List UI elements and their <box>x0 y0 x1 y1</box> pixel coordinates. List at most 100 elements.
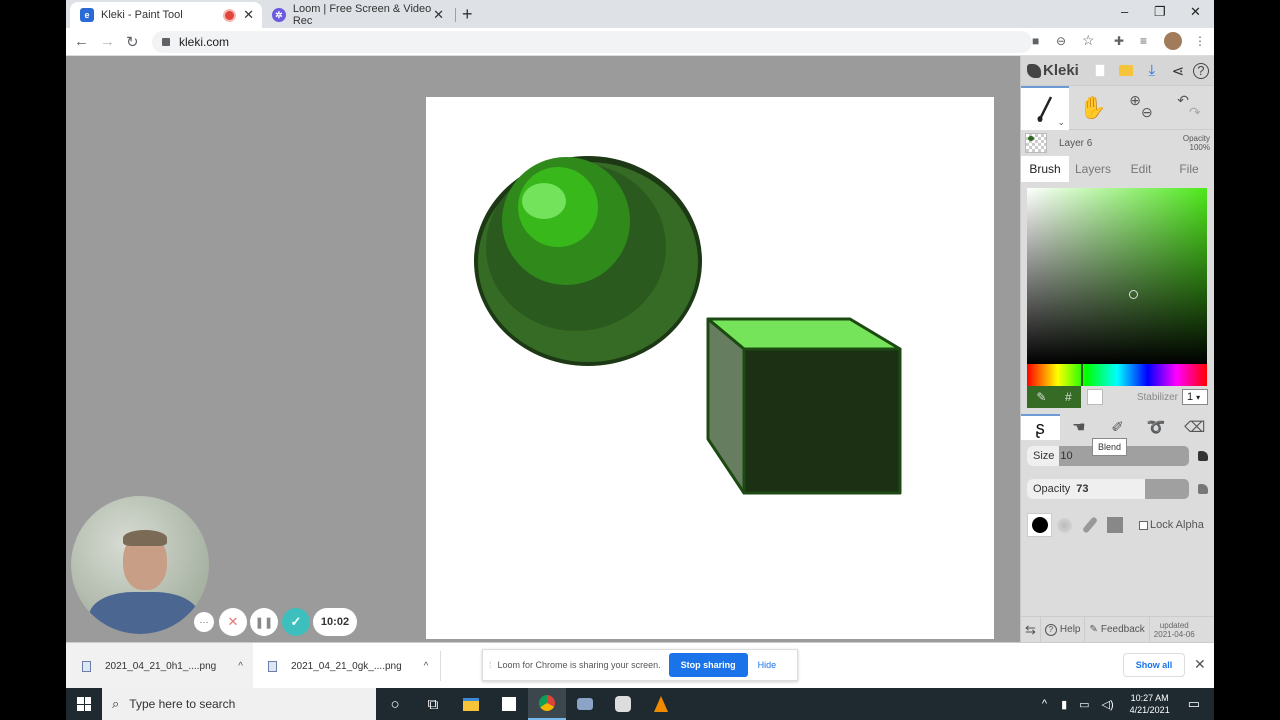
lock-icon <box>162 38 170 46</box>
stabilizer-select[interactable]: 1 ▾ <box>1182 389 1208 405</box>
volume-icon[interactable]: ◁) <box>1102 698 1114 711</box>
tab-edit[interactable]: Edit <box>1117 156 1165 182</box>
hue-handle[interactable] <box>1081 364 1083 386</box>
square-shape-button[interactable] <box>1102 513 1127 537</box>
bookmark-star-icon[interactable]: ☆ <box>1082 32 1095 49</box>
close-tab-icon[interactable]: ✕ <box>243 7 254 23</box>
clock[interactable]: 10:27 AM 4/21/2021 <box>1130 692 1170 716</box>
open-folder-icon[interactable] <box>1115 60 1137 82</box>
download-item[interactable]: 2021_04_21_0gk_....png ^ <box>256 643 428 689</box>
store-icon <box>502 697 516 711</box>
share-icon[interactable]: ⋖ <box>1167 60 1189 82</box>
swap-panel-button[interactable]: ⇆ <box>1021 616 1041 643</box>
soft-shape-button[interactable] <box>1052 513 1077 537</box>
lock-alpha-checkbox[interactable]: Lock Alpha <box>1139 519 1204 531</box>
hide-button[interactable]: Hide <box>758 660 777 670</box>
chevron-up-icon[interactable]: ^ <box>238 661 243 672</box>
minimize-button[interactable]: – <box>1121 4 1128 19</box>
loom-more-button[interactable]: ··· <box>194 612 214 632</box>
help-label: Help <box>1059 624 1081 635</box>
media-control-icon[interactable]: ≡ <box>1140 34 1147 48</box>
color-saturation-picker[interactable] <box>1027 188 1207 364</box>
camera-app-button[interactable] <box>566 688 604 720</box>
taskbar-search[interactable]: ⌕ Type here to search <box>102 688 376 720</box>
redo-icon[interactable]: ↷ <box>1189 104 1201 121</box>
show-hidden-icons[interactable]: ^ <box>1042 698 1047 710</box>
address-bar[interactable]: kleki.com <box>152 31 1032 53</box>
feedback-icon: ✎ <box>1089 624 1098 635</box>
close-window-button[interactable]: ✕ <box>1190 4 1201 20</box>
round-shape-button[interactable] <box>1027 513 1052 537</box>
close-downloads-icon[interactable]: ✕ <box>1194 656 1206 673</box>
cube <box>706 317 902 495</box>
primary-color-swatch[interactable]: ✎ # <box>1027 386 1081 408</box>
camera-icon[interactable]: ■ <box>1032 34 1039 48</box>
vlc-button[interactable] <box>642 688 680 720</box>
notifications-icon[interactable]: ▭ <box>1188 696 1200 712</box>
pen-brush-button[interactable]: ʂ <box>1021 414 1060 440</box>
tab-layers[interactable]: Layers <box>1069 156 1117 182</box>
lasso-fill-button[interactable]: ➰ <box>1137 414 1176 440</box>
help-icon[interactable]: ? <box>1192 62 1209 79</box>
extensions-icon[interactable]: ✚ <box>1114 34 1124 48</box>
zoom-in-icon[interactable]: ⊕ <box>1129 92 1141 109</box>
show-all-button[interactable]: Show all <box>1123 653 1185 677</box>
new-file-icon[interactable] <box>1089 60 1111 82</box>
loom-finish-button[interactable]: ✓ <box>282 608 310 636</box>
download-item[interactable]: 2021_04_21_0h1_....png ^ <box>66 643 253 689</box>
back-button[interactable]: ← <box>74 33 89 50</box>
close-tab-icon[interactable]: ✕ <box>433 7 444 23</box>
task-view-button[interactable]: ⧉ <box>414 688 452 720</box>
zoom-icon[interactable]: ⊖ <box>1056 34 1066 48</box>
profile-avatar[interactable] <box>1164 32 1182 50</box>
reload-button[interactable]: ↻ <box>126 33 139 51</box>
new-tab-button[interactable]: + <box>462 4 473 25</box>
zoom-out-icon[interactable]: ⊖ <box>1141 104 1153 121</box>
color-picker-handle[interactable] <box>1129 290 1138 299</box>
drag-handle-icon[interactable]: ⁞ <box>489 660 492 670</box>
loom-sharing-notice: ⁞ Loom for Chrome is sharing your screen… <box>482 649 798 681</box>
current-layer[interactable]: Layer 6 Opacity 100% <box>1021 130 1214 156</box>
drawing-canvas[interactable] <box>426 97 994 639</box>
loom-camera-bubble[interactable] <box>71 496 209 634</box>
swap-icon: ⇆ <box>1025 621 1036 637</box>
tab-file[interactable]: File <box>1165 156 1213 182</box>
size-pressure-toggle-icon[interactable] <box>1198 451 1208 461</box>
hand-tool[interactable]: ✋ <box>1069 86 1117 130</box>
file-explorer-button[interactable] <box>452 688 490 720</box>
hex-input-button[interactable]: # <box>1065 390 1072 404</box>
secondary-color-swatch[interactable] <box>1087 389 1103 405</box>
clock-app-button[interactable] <box>604 688 642 720</box>
blend-brush-button[interactable]: ☚ <box>1060 414 1099 440</box>
help-button[interactable]: ? Help <box>1041 616 1086 643</box>
undo-icon[interactable]: ↶ <box>1177 92 1189 109</box>
eyedropper-icon[interactable]: ✎ <box>1036 390 1046 404</box>
network-icon[interactable]: ▭ <box>1079 698 1089 711</box>
chisel-shape-button[interactable] <box>1077 513 1102 537</box>
store-button[interactable] <box>490 688 528 720</box>
loom-cancel-button[interactable]: ✕ <box>219 608 247 636</box>
loom-pause-button[interactable]: ❚❚ <box>250 608 278 636</box>
microphone-icon[interactable]: ▮ <box>1061 698 1067 711</box>
cortana-button[interactable]: ○ <box>376 688 414 720</box>
opacity-slider[interactable]: Opacity 73 <box>1027 479 1189 499</box>
feedback-button[interactable]: ✎ Feedback <box>1085 616 1150 643</box>
tab-brush[interactable]: Brush <box>1021 156 1069 182</box>
forward-button[interactable]: → <box>100 33 115 50</box>
chrome-button[interactable] <box>528 688 566 720</box>
tab-loom[interactable]: ✲ Loom | Free Screen & Video Rec ✕ <box>266 2 452 28</box>
opacity-pressure-toggle-icon[interactable] <box>1198 484 1208 494</box>
hue-slider[interactable] <box>1027 364 1207 386</box>
chevron-up-icon[interactable]: ^ <box>424 661 429 672</box>
zoom-tool[interactable]: ⊕ ⊖ <box>1117 86 1165 130</box>
chevron-down-icon[interactable]: ⌄ <box>1057 117 1065 128</box>
menu-icon[interactable]: ⋮ <box>1194 34 1206 48</box>
tab-kleki[interactable]: e Kleki - Paint Tool ✕ <box>70 2 262 28</box>
eraser-button[interactable]: ⌫ <box>1175 414 1214 440</box>
stop-sharing-button[interactable]: Stop sharing <box>668 653 748 677</box>
brush-tool[interactable]: ⌄ <box>1021 86 1069 130</box>
download-icon[interactable]: ⤓ <box>1141 60 1163 82</box>
sketchy-brush-button[interactable]: ✐ <box>1098 414 1137 440</box>
start-button[interactable] <box>66 688 102 720</box>
restore-button[interactable]: ❐ <box>1154 4 1166 20</box>
